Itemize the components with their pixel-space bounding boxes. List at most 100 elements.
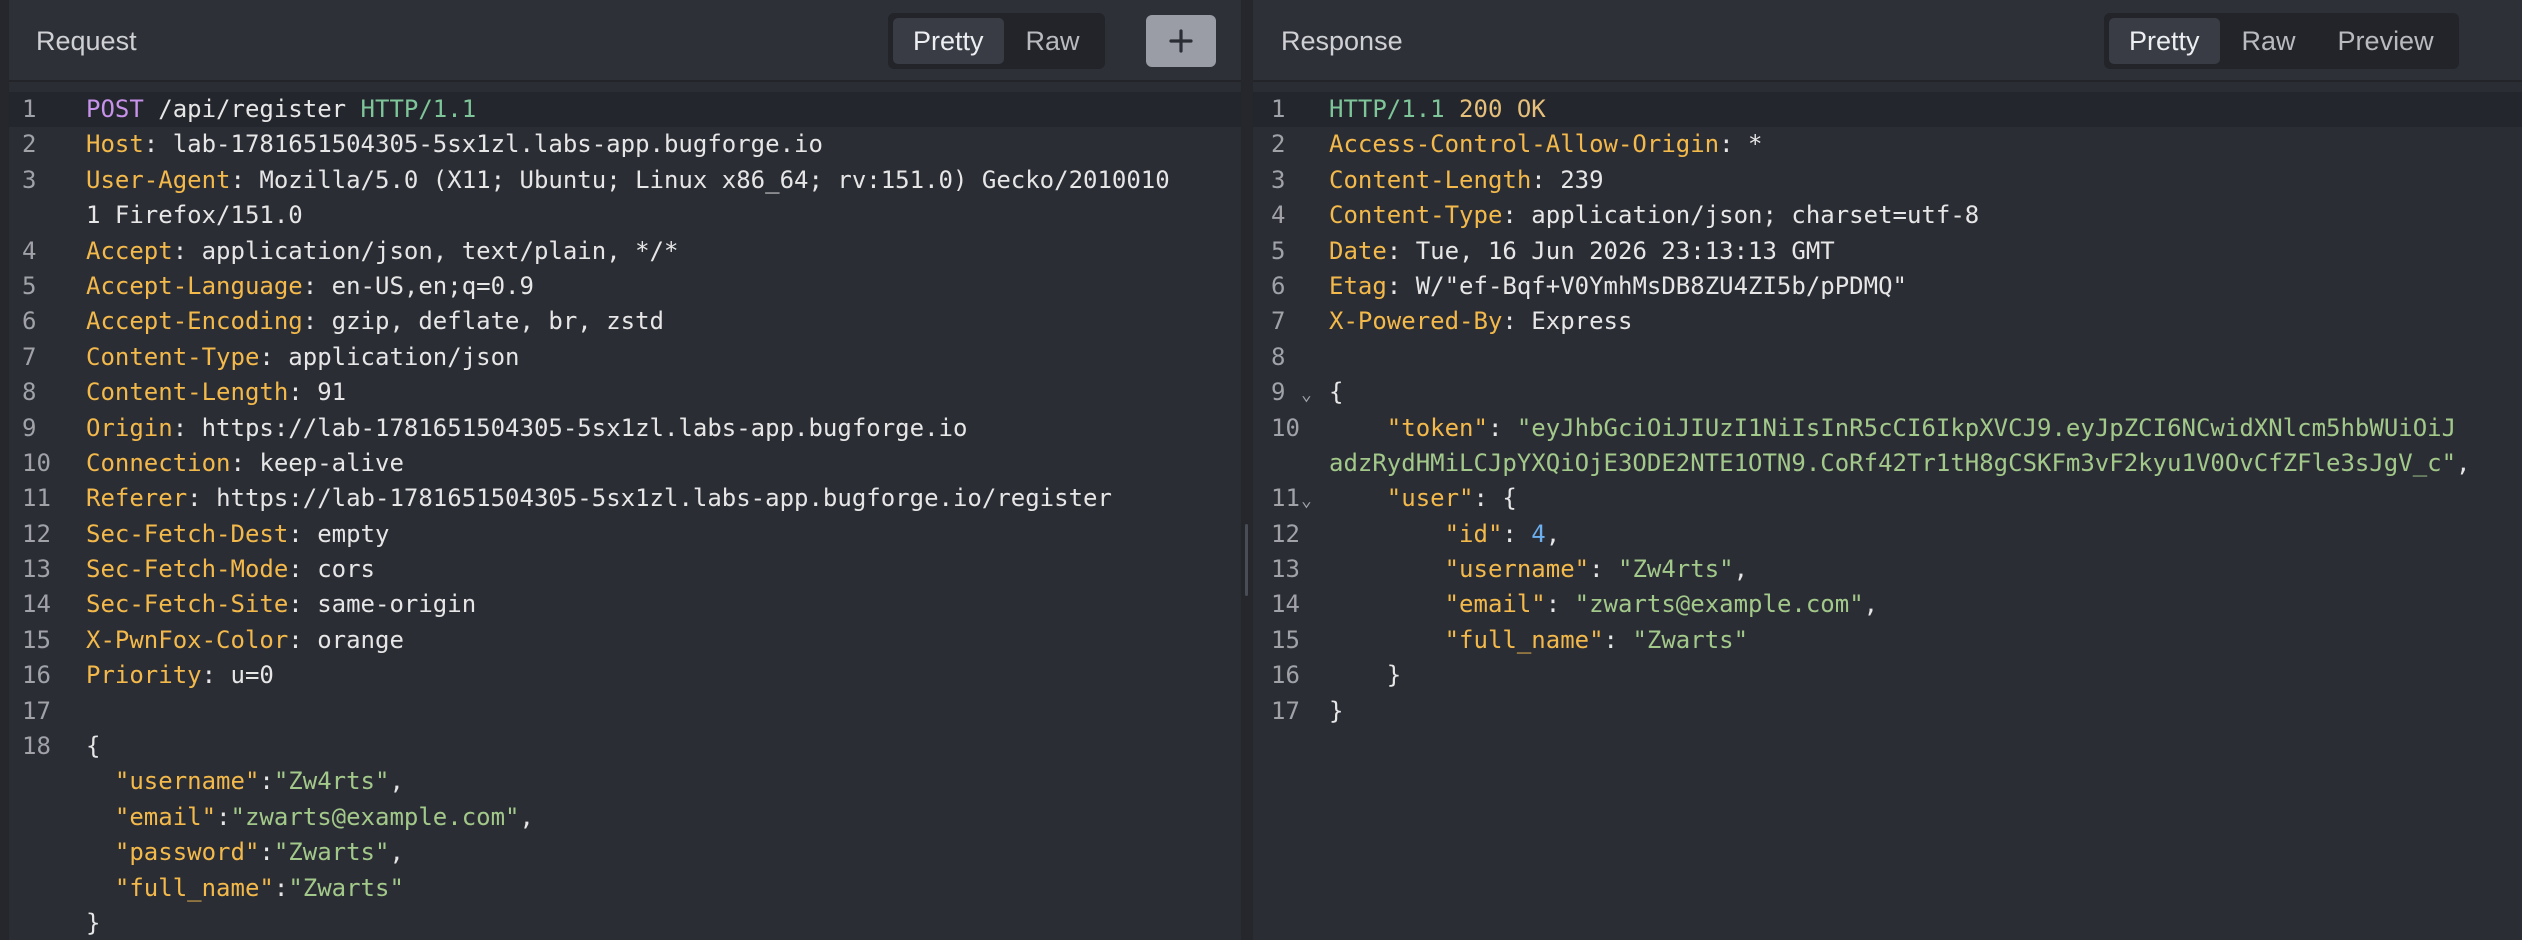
line-number: 14 xyxy=(1271,590,1300,619)
header-value: keep-alive xyxy=(259,448,404,477)
line-content: User-Agent: Mozilla/5.0 (X11; Ubuntu; Li… xyxy=(86,163,1170,198)
header-key: Content-Length xyxy=(1329,165,1532,194)
json-colon: : xyxy=(1502,519,1532,548)
add-button[interactable] xyxy=(1146,15,1216,67)
header-sep: : xyxy=(1386,236,1416,265)
line-number: 16 xyxy=(22,661,51,690)
code-line: 1 Firefox/151.0 xyxy=(9,198,1241,233)
json-key: "username" xyxy=(114,767,260,796)
response-view-toggle: Pretty Raw Preview xyxy=(2104,13,2459,69)
code-line: 5 Date: Tue, 16 Jun 2026 23:13:13 GMT xyxy=(1253,234,2522,269)
header-key: Accept-Encoding xyxy=(86,307,303,336)
header-sep: : xyxy=(302,271,332,300)
line-content: Date: Tue, 16 Jun 2026 23:13:13 GMT xyxy=(1329,234,1835,269)
line-number: 6 xyxy=(22,307,37,336)
line-content: 1 Firefox/151.0 xyxy=(86,198,303,233)
header-value: same-origin xyxy=(317,590,477,619)
code-line: 10 Connection: keep-alive xyxy=(9,446,1241,481)
chevron-down-icon[interactable]: ⌄ xyxy=(1301,483,1312,518)
header-value: orange xyxy=(317,625,404,654)
code-line: 12 Sec-Fetch-Dest: empty xyxy=(9,517,1241,552)
line-content: "password":"Zwarts", xyxy=(86,835,404,870)
line-number: 17 xyxy=(1271,696,1300,725)
header-sep: : xyxy=(1502,201,1532,230)
request-header: Request Pretty Raw xyxy=(9,0,1241,82)
header-key: Sec-Fetch-Dest xyxy=(86,519,289,548)
http-method: POST xyxy=(86,95,144,123)
header-sep: : xyxy=(230,448,260,477)
request-tab-raw[interactable]: Raw xyxy=(1006,18,1100,64)
response-tab-raw[interactable]: Raw xyxy=(2222,18,2316,64)
code-line: 14 Sec-Fetch-Site: same-origin xyxy=(9,587,1241,622)
header-sep: : xyxy=(1502,307,1532,336)
response-panel: Response Pretty Raw Preview 1 HTTP/1.1 20… xyxy=(1253,0,2522,940)
line-content: HTTP/1.1 200 OK xyxy=(1329,92,1546,127)
line-number: 14 xyxy=(22,590,51,619)
header-value: u=0 xyxy=(230,661,274,690)
line-content: "email": "zwarts@example.com", xyxy=(1329,587,1879,622)
response-tab-pretty[interactable]: Pretty xyxy=(2109,18,2220,64)
json-colon: : xyxy=(216,802,231,831)
header-key: Connection xyxy=(86,448,231,477)
request-editor[interactable]: 1 POST /api/register HTTP/1.1 2 Host: lab-1… xyxy=(9,92,1241,940)
code-line: 10 "token": "eyJhbGciOiJIUzI1NiIsInR5cCI… xyxy=(1253,411,2522,446)
response-editor[interactable]: 1 HTTP/1.1 200 OK 2 Access-Control-Allow-Or… xyxy=(1253,92,2522,940)
request-tab-pretty[interactable]: Pretty xyxy=(893,18,1004,64)
json-comma: , xyxy=(519,802,534,831)
code-line: 3 Content-Length: 239 xyxy=(1253,163,2522,198)
line-content: Content-Length: 239 xyxy=(1329,163,1604,198)
header-value: * xyxy=(1748,130,1763,159)
code-line: 17 xyxy=(9,694,1241,729)
header-sep: : xyxy=(1386,271,1416,300)
header-value: cors xyxy=(317,555,375,584)
code-line: 17} xyxy=(1253,694,2522,729)
json-key: "username" xyxy=(1444,555,1590,584)
json-value: "Zwarts" xyxy=(1632,625,1749,654)
line-number: 13 xyxy=(22,555,51,584)
protocol: HTTP/1.1 xyxy=(360,95,477,123)
json-brace: } xyxy=(1386,661,1402,690)
line-number: 18 xyxy=(22,732,51,761)
line-content: adzRydHMiLCJpYXQiOjE3ODE2NTE1OTN9.CoRf42… xyxy=(1329,446,2471,481)
line-number: 1 xyxy=(22,95,37,123)
code-line: 7 X-Powered-By: Express xyxy=(1253,304,2522,339)
line-content: Accept-Encoding: gzip, deflate, br, zstd xyxy=(86,304,664,339)
json-key: "full_name" xyxy=(1444,625,1604,654)
code-line: 4 Content-Type: application/json; charset… xyxy=(1253,198,2522,233)
response-tab-preview[interactable]: Preview xyxy=(2318,18,2454,64)
header-key: Referer xyxy=(86,484,188,513)
json-value: "Zw4rts" xyxy=(273,767,390,796)
left-gutter xyxy=(0,0,9,940)
chevron-down-icon[interactable]: ⌄ xyxy=(1301,377,1312,412)
pane-divider[interactable] xyxy=(1241,0,1253,940)
json-value: "Zwarts" xyxy=(273,838,390,867)
line-number: 12 xyxy=(1271,519,1300,548)
code-line: 2 Access-Control-Allow-Origin: * xyxy=(1253,127,2522,162)
header-sep: : xyxy=(172,236,202,265)
header-sep: : xyxy=(288,555,318,584)
code-line: 8 xyxy=(1253,340,2522,375)
line-content: X-Powered-By: Express xyxy=(1329,304,1632,339)
line-number: 8 xyxy=(1271,342,1286,371)
resize-handle[interactable] xyxy=(1245,524,1248,596)
json-colon: : xyxy=(259,838,274,867)
code-line: "password":"Zwarts", xyxy=(9,835,1241,870)
line-number: 17 xyxy=(22,696,51,725)
line-number: 7 xyxy=(1271,307,1286,336)
json-key: "email" xyxy=(114,802,217,831)
code-line: 15 "full_name": "Zwarts" xyxy=(1253,623,2522,658)
code-line: "full_name":"Zwarts" xyxy=(9,871,1241,906)
line-content: Connection: keep-alive xyxy=(86,446,404,481)
code-line: } xyxy=(9,906,1241,940)
line-content: "full_name":"Zwarts" xyxy=(86,871,404,906)
line-content: Content-Type: application/json xyxy=(86,340,519,375)
json-brace: { xyxy=(1502,484,1517,513)
code-line: 14 "email": "zwarts@example.com", xyxy=(1253,587,2522,622)
header-sep: : xyxy=(201,661,231,690)
code-line: 5 Accept-Language: en-US,en;q=0.9 xyxy=(9,269,1241,304)
header-value: en-US,en;q=0.9 xyxy=(331,271,534,300)
